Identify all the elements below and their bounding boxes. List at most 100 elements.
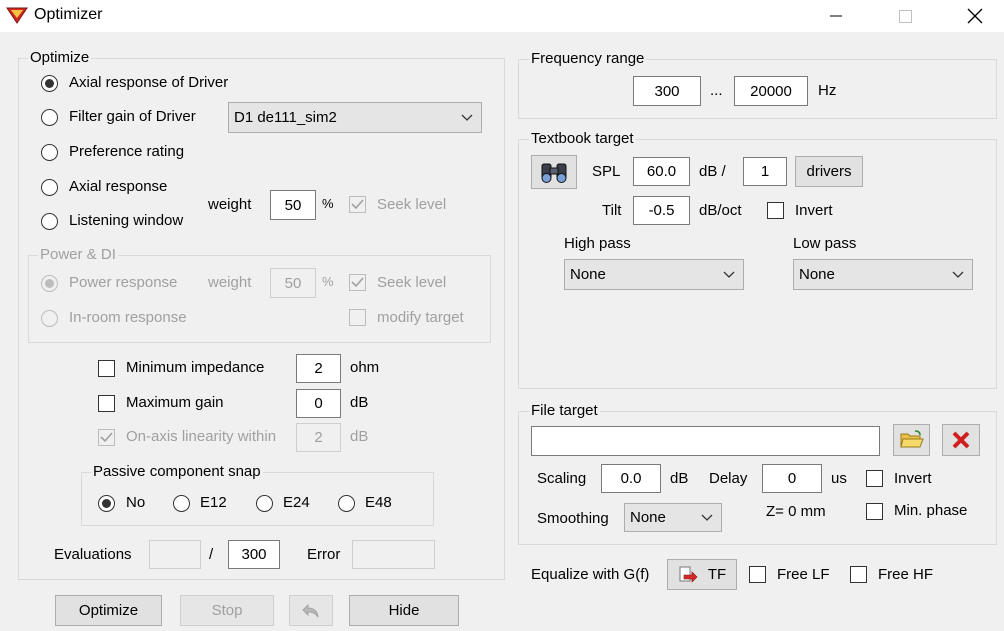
undo-button[interactable] [289, 595, 333, 626]
weight-percent: % [322, 196, 334, 211]
power-response-label: Power response [69, 274, 178, 291]
smoothing-label: Smoothing [537, 510, 609, 527]
snap-e24-label: E24 [283, 494, 310, 511]
driver-select[interactable]: D1 de111_sim2 [228, 102, 482, 133]
freq-unit: Hz [818, 82, 837, 99]
linearity-input[interactable]: 2 [296, 423, 341, 452]
close-button[interactable] [952, 0, 998, 32]
freq-to-input[interactable]: 20000 [734, 76, 808, 106]
modify-target-label: modify target [377, 309, 464, 326]
snap-e12-radio[interactable] [173, 495, 190, 512]
open-file-button[interactable] [893, 424, 930, 456]
freq-from-input[interactable]: 300 [633, 76, 701, 106]
power-weight-label: weight [208, 274, 252, 291]
file-invert-label: Invert [894, 470, 932, 487]
textbook-invert-label: Invert [795, 202, 833, 219]
driver-select-value: D1 de111_sim2 [234, 109, 337, 126]
snap-no-radio[interactable] [98, 495, 115, 512]
lowpass-select-value: None [799, 266, 835, 283]
delay-input[interactable]: 0 [762, 464, 822, 493]
lowpass-label: Low pass [793, 235, 857, 252]
filter-gain-radio[interactable] [41, 109, 58, 126]
max-gain-checkbox[interactable] [98, 395, 115, 412]
binoculars-button[interactable] [531, 155, 577, 189]
weight-input[interactable]: 50 [270, 190, 316, 220]
spl-input[interactable]: 60.0 [633, 157, 690, 186]
power-weight-input[interactable]: 50 [270, 268, 316, 298]
file-path-input[interactable] [531, 426, 880, 456]
max-gain-unit: dB [350, 394, 369, 411]
filter-gain-label: Filter gain of Driver [69, 108, 196, 125]
axial-response-label: Axial response [69, 178, 168, 195]
file-invert-checkbox[interactable] [866, 470, 883, 487]
drivers-button[interactable]: drivers [795, 156, 863, 187]
axial-response-radio[interactable] [41, 179, 58, 196]
freq-sep: ... [710, 82, 723, 99]
lowpass-select[interactable]: None [793, 259, 973, 290]
smoothing-select[interactable]: None [624, 503, 722, 532]
power-seek-level-checkbox[interactable] [349, 274, 366, 291]
optimize-group-label: Optimize [28, 49, 92, 66]
max-evaluations-input[interactable]: 300 [228, 540, 280, 569]
free-lf-checkbox[interactable] [749, 566, 766, 583]
seek-level-label: Seek level [377, 196, 447, 213]
smoothing-select-value: None [630, 509, 666, 526]
spl-unit: dB / [699, 163, 726, 180]
window-title: Optimizer [34, 6, 103, 23]
min-phase-label: Min. phase [894, 502, 968, 519]
stop-button[interactable]: Stop [180, 595, 274, 626]
min-impedance-input[interactable]: 2 [296, 354, 341, 383]
min-impedance-checkbox[interactable] [98, 360, 115, 377]
weight-label: weight [208, 196, 252, 213]
tf-button[interactable]: TF [667, 559, 737, 590]
axial-driver-radio[interactable] [41, 75, 58, 92]
max-gain-input[interactable]: 0 [296, 389, 341, 418]
free-hf-checkbox[interactable] [850, 566, 867, 583]
highpass-label: High pass [564, 235, 631, 252]
drivers-count-input[interactable]: 1 [743, 157, 787, 186]
listening-window-radio[interactable] [41, 213, 58, 230]
tilt-unit: dB/oct [699, 202, 742, 219]
inroom-label: In-room response [69, 309, 187, 326]
preference-radio[interactable] [41, 144, 58, 161]
tilt-input[interactable]: -0.5 [633, 196, 690, 225]
chevron-down-icon [952, 271, 964, 278]
highpass-select-value: None [570, 266, 606, 283]
checkmark-icon [351, 199, 364, 210]
listening-window-label: Listening window [69, 212, 184, 229]
snap-e24-radio[interactable] [256, 495, 273, 512]
checkmark-icon [100, 432, 113, 443]
min-phase-checkbox[interactable] [866, 503, 883, 520]
linearity-label: On-axis linearity within [126, 428, 277, 445]
power-weight-percent: % [322, 274, 334, 289]
seek-level-checkbox[interactable] [349, 196, 366, 213]
textbook-target-label: Textbook target [529, 130, 636, 147]
power-seek-level-label: Seek level [377, 274, 447, 291]
close-icon [967, 8, 983, 24]
preference-label: Preference rating [69, 143, 185, 160]
min-impedance-unit: ohm [350, 359, 380, 376]
modify-target-checkbox[interactable] [349, 309, 366, 326]
checkmark-icon [351, 277, 364, 288]
minimize-icon [830, 15, 842, 17]
scaling-input[interactable]: 0.0 [601, 464, 661, 493]
chevron-down-icon [723, 271, 735, 278]
free-hf-label: Free HF [878, 566, 934, 583]
optimize-button[interactable]: Optimize [55, 595, 162, 626]
linearity-checkbox[interactable] [98, 429, 115, 446]
chevron-down-icon [701, 514, 713, 521]
folder-open-icon [899, 430, 924, 448]
maximize-button[interactable] [882, 0, 928, 32]
min-impedance-label: Minimum impedance [126, 359, 265, 376]
hide-button[interactable]: Hide [349, 595, 459, 626]
app-logo-icon [6, 7, 28, 24]
inroom-radio[interactable] [41, 310, 58, 327]
clear-file-button[interactable] [942, 424, 980, 456]
highpass-select[interactable]: None [564, 259, 744, 290]
snap-e48-radio[interactable] [338, 495, 355, 512]
z-offset-text: Z= 0 mm [766, 503, 826, 520]
textbook-invert-checkbox[interactable] [767, 202, 784, 219]
error-value [352, 540, 435, 569]
power-response-radio[interactable] [41, 275, 58, 292]
minimize-button[interactable] [813, 0, 859, 32]
